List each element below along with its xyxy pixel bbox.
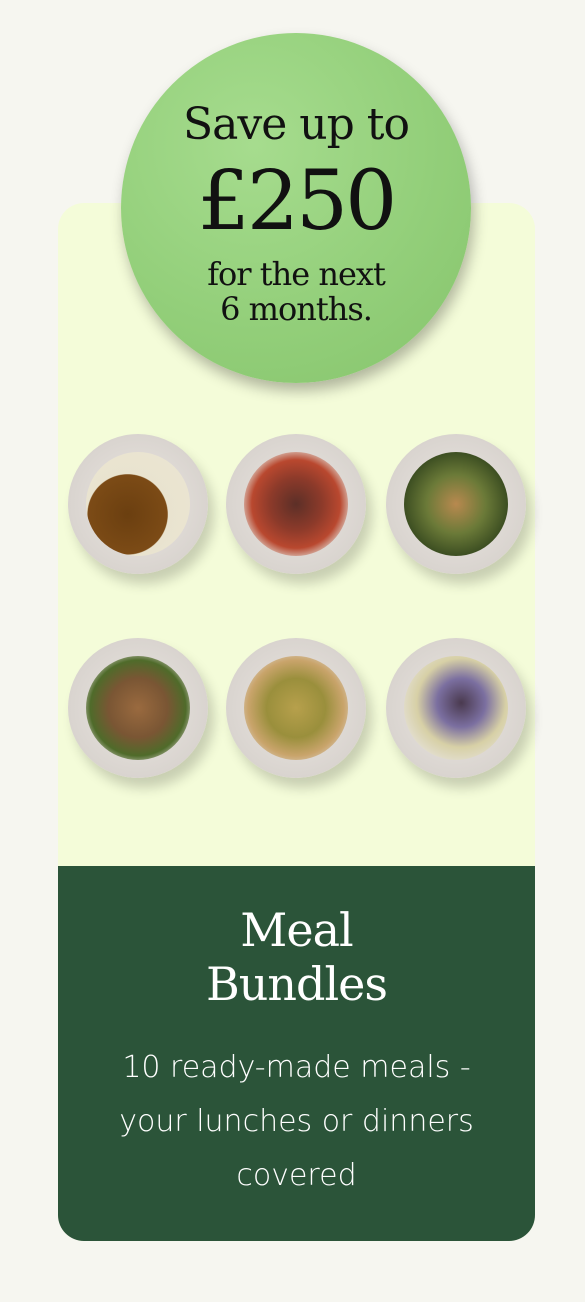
- badge-line-3: for the next 6 months.: [121, 255, 471, 329]
- plate-bean-salad-icon: [386, 638, 526, 778]
- plate-tomato-stew-icon: [226, 434, 366, 574]
- badge-line-1: Save up to: [183, 99, 410, 150]
- bundle-description: 10 ready-made meals - your lunches or di…: [78, 1041, 515, 1203]
- bundle-title: Meal Bundles: [58, 903, 535, 1011]
- badge-amount: £250: [197, 154, 398, 249]
- plate-spaghetti-icon: [68, 638, 208, 778]
- bundle-title-line-2: Bundles: [205, 957, 388, 1011]
- badge-line-3b: 6 months.: [220, 290, 373, 329]
- bundle-desc-line-3: covered: [236, 1158, 357, 1193]
- bundle-desc-line-2: your lunches or dinners: [119, 1104, 474, 1139]
- bundle-title-line-1: Meal: [240, 903, 353, 957]
- plate-noodle-stirfry-icon: [386, 434, 526, 574]
- plate-rice-curry-icon: [68, 434, 208, 574]
- savings-badge: Save up to £250 for the next 6 months.: [121, 33, 471, 383]
- badge-line-3a: for the next: [207, 255, 386, 293]
- bundle-desc-line-1: 10 ready-made meals -: [122, 1050, 471, 1085]
- plate-rice-veg-icon: [226, 638, 366, 778]
